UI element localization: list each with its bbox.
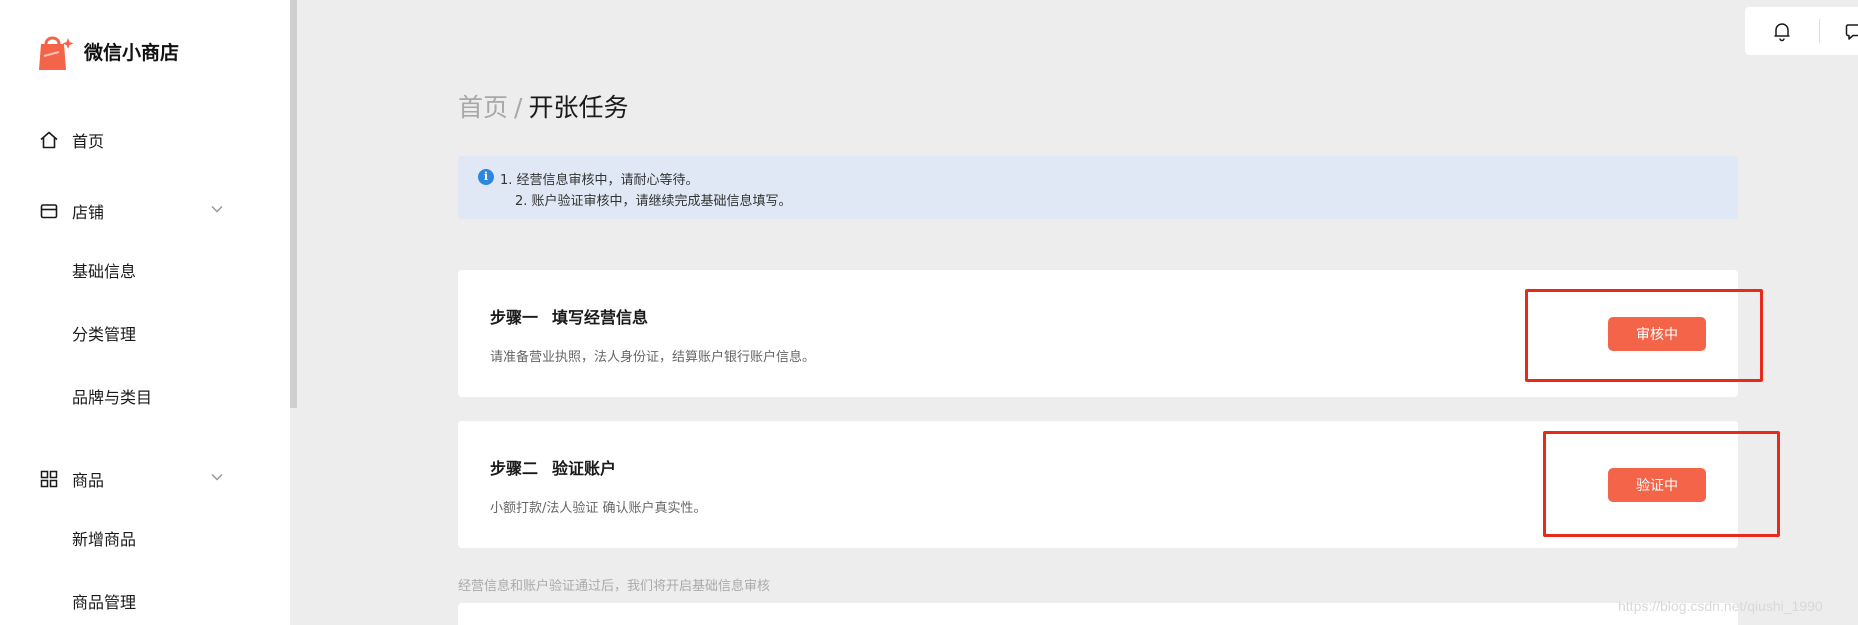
page-title: 开张任务 bbox=[528, 93, 629, 122]
step-card-3 bbox=[458, 603, 1738, 625]
sidebar-item-goods-manage[interactable]: 商品管理 bbox=[72, 589, 136, 613]
chat-icon[interactable] bbox=[1844, 20, 1858, 42]
breadcrumb-separator: / bbox=[514, 93, 523, 122]
nav-item-label: 首页 bbox=[72, 132, 105, 151]
sidebar-item-new-goods[interactable]: 新增商品 bbox=[72, 526, 136, 550]
home-icon bbox=[38, 129, 60, 151]
step-number: 步骤二 bbox=[490, 459, 539, 478]
sidebar-item-category[interactable]: 分类管理 bbox=[72, 321, 136, 345]
app-logo[interactable]: 微信小商店 bbox=[34, 30, 179, 72]
watermark: https://blog.csdn.net/qiushi_1990 bbox=[1618, 598, 1823, 614]
sidebar: 微信小商店 首页 店铺 基础信息 分类管理 品牌与类目 商品 新增商品 商品管理 bbox=[0, 0, 290, 625]
step-title: 填写经营信息 bbox=[552, 308, 649, 327]
toolbar-divider bbox=[1819, 19, 1820, 43]
step-description: 小额打款/法人验证 确认账户真实性。 bbox=[490, 501, 707, 516]
top-toolbar bbox=[1745, 7, 1858, 55]
notice-line: 1. 经营信息审核中，请耐心等待。 bbox=[500, 173, 699, 188]
step-title: 验证账户 bbox=[552, 459, 617, 478]
nav-item-store[interactable]: 店铺 bbox=[38, 199, 223, 223]
step-heading: 步骤二 验证账户 bbox=[490, 455, 616, 479]
app-name: 微信小商店 bbox=[84, 41, 180, 64]
breadcrumb: 首页 / 开张任务 bbox=[458, 88, 628, 124]
chevron-down-icon[interactable] bbox=[210, 201, 224, 220]
step-number: 步骤一 bbox=[490, 308, 539, 327]
breadcrumb-home[interactable]: 首页 bbox=[458, 93, 508, 122]
notice-banner: i 1. 经营信息审核中，请耐心等待。 2. 账户验证审核中，请继续完成基础信息… bbox=[458, 156, 1738, 219]
sidebar-item-brand[interactable]: 品牌与类目 bbox=[72, 384, 152, 408]
info-icon: i bbox=[478, 169, 494, 185]
chevron-down-icon[interactable] bbox=[210, 469, 224, 488]
footer-note: 经营信息和账户验证通过后，我们将开启基础信息审核 bbox=[458, 579, 771, 594]
step-description: 请准备营业执照，法人身份证，结算账户银行账户信息。 bbox=[490, 350, 816, 365]
highlight-box bbox=[1543, 431, 1780, 537]
bell-icon[interactable] bbox=[1771, 20, 1793, 42]
highlight-box bbox=[1525, 289, 1763, 382]
nav-item-label: 商品 bbox=[72, 471, 105, 490]
store-icon bbox=[38, 200, 60, 222]
sidebar-item-basic-info[interactable]: 基础信息 bbox=[72, 258, 136, 282]
step-heading: 步骤一 填写经营信息 bbox=[490, 304, 648, 328]
nav-item-goods[interactable]: 商品 bbox=[38, 467, 223, 491]
nav-item-home[interactable]: 首页 bbox=[38, 128, 104, 152]
notice-line: 2. 账户验证审核中，请继续完成基础信息填写。 bbox=[515, 194, 792, 209]
nav-item-label: 店铺 bbox=[72, 203, 105, 222]
shopping-bag-icon bbox=[34, 30, 76, 72]
sidebar-scrollbar[interactable] bbox=[290, 0, 297, 408]
grid-icon bbox=[38, 468, 60, 490]
